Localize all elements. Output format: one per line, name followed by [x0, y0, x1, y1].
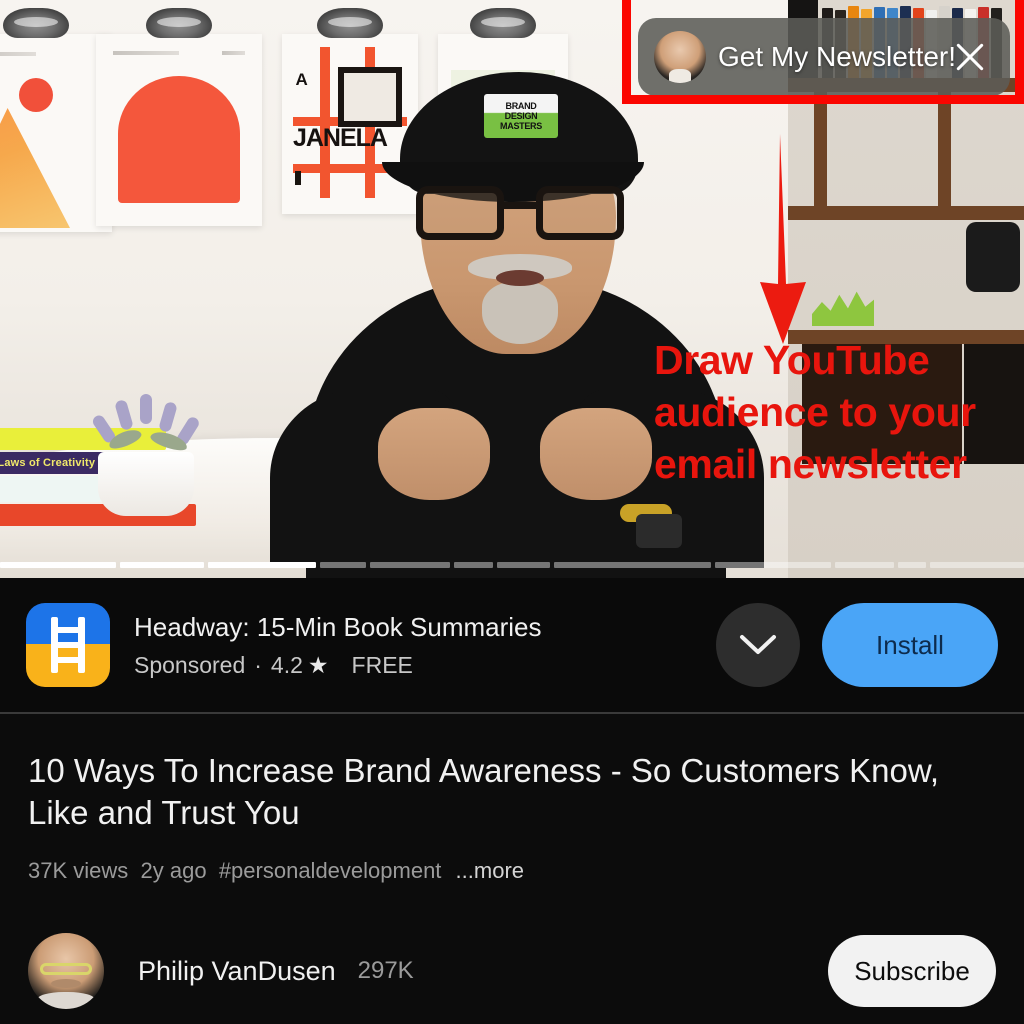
progress-chapter-segment[interactable]	[320, 562, 366, 568]
person-right-hand	[540, 408, 652, 500]
glasses-right-lens	[536, 186, 624, 240]
progress-chapter-segment[interactable]	[497, 562, 551, 568]
poster-orange-arch	[96, 8, 262, 226]
progress-chapter-segment[interactable]	[119, 562, 205, 568]
subscribe-button[interactable]: Subscribe	[828, 935, 996, 1007]
video-title[interactable]: 10 Ways To Increase Brand Awareness - So…	[0, 714, 1024, 834]
ad-price: FREE	[351, 651, 413, 678]
annotation-text: Draw YouTube audience to your email news…	[654, 337, 976, 487]
eyeglasses-icon	[416, 186, 624, 240]
progress-chapter-segment[interactable]	[554, 562, 712, 568]
video-stats[interactable]: 37K views 2y ago #personaldevelopment ..…	[0, 834, 1024, 884]
cap-logo: BRAND DESIGN MASTERS	[484, 94, 558, 138]
progress-chapter-segment[interactable]	[898, 562, 926, 568]
mouth	[496, 270, 544, 286]
avatar-glasses-icon	[40, 963, 92, 975]
hashtag-link[interactable]: #personaldevelopment	[219, 858, 442, 883]
channel-row[interactable]: Philip VanDusen 297K Subscribe	[0, 918, 1024, 1024]
ad-text-block: Headway: 15-Min Book Summaries Sponsored…	[110, 612, 716, 679]
upload-age: 2y ago	[140, 858, 207, 883]
channel-avatar[interactable]	[28, 933, 104, 1009]
view-count: 37K views	[28, 858, 129, 883]
black-cap: BRAND DESIGN MASTERS	[382, 72, 644, 202]
poster-clip-icon	[3, 8, 69, 38]
poster-clip-icon	[470, 8, 536, 38]
person-left-hand	[378, 408, 490, 500]
video-subject-person: BRAND DESIGN MASTERS	[270, 58, 764, 578]
poster-clip-icon	[317, 8, 383, 38]
ad-separator: ·	[254, 651, 262, 678]
chevron-down-icon	[740, 635, 776, 654]
poster-arch-shape	[117, 76, 241, 203]
subscriber-count: 297K	[357, 957, 414, 984]
poster-caption-line	[112, 51, 179, 56]
glasses-left-lens	[416, 186, 504, 240]
video-meta-section: 10 Ways To Increase Brand Awareness - So…	[0, 714, 1024, 884]
down-arrow-icon	[760, 134, 806, 344]
shelf-divider	[938, 92, 951, 206]
glasses-bridge	[504, 202, 536, 209]
speaker-object	[966, 222, 1020, 292]
ad-expand-button[interactable]	[716, 603, 800, 687]
progress-chapter-segment[interactable]	[929, 562, 1024, 568]
poster-triangle-shape	[0, 108, 70, 228]
progress-chapter-segment[interactable]	[715, 562, 832, 568]
ad-sponsored-label: Sponsored	[134, 651, 246, 678]
wristwatch	[636, 514, 682, 548]
progress-chapter-segment[interactable]	[454, 562, 494, 568]
poster-clip-icon	[146, 8, 212, 38]
green-dinosaur-toy	[812, 291, 874, 326]
avatar-shirt	[37, 992, 95, 1009]
plant-pot	[98, 452, 194, 516]
progress-chapter-segment[interactable]	[835, 562, 895, 568]
video-progress-bar[interactable]	[0, 562, 1024, 568]
youtube-video-page: A JANELA Laws of Creativity BRAND DESIGN…	[0, 0, 1024, 1024]
poster-circle-shape	[19, 77, 53, 112]
ad-title: Headway: 15-Min Book Summaries	[134, 611, 542, 642]
ad-subtitle: Sponsored · 4.2 ★ FREE	[134, 652, 716, 679]
install-button[interactable]: Install	[822, 603, 998, 687]
progress-chapter-segment[interactable]	[208, 562, 317, 568]
annotation-highlight-box	[622, 0, 1024, 104]
poster-caption-line	[222, 51, 246, 56]
sponsored-ad-banner[interactable]: Headway: 15-Min Book Summaries Sponsored…	[0, 578, 1024, 712]
shelf-board	[788, 206, 1024, 220]
more-link[interactable]: ...more	[456, 858, 524, 883]
avatar-mustache	[50, 978, 82, 988]
progress-chapter-segment[interactable]	[0, 562, 116, 568]
goatee	[482, 282, 558, 344]
ladder-glyph	[47, 617, 89, 673]
poster-caption-line	[0, 51, 36, 56]
headway-app-icon	[26, 603, 110, 687]
ad-rating: 4.2	[270, 651, 303, 678]
channel-name[interactable]: Philip VanDusen	[104, 956, 336, 987]
lavender-plant	[90, 392, 204, 458]
progress-chapter-segment[interactable]	[369, 562, 451, 568]
star-icon: ★	[307, 651, 329, 678]
